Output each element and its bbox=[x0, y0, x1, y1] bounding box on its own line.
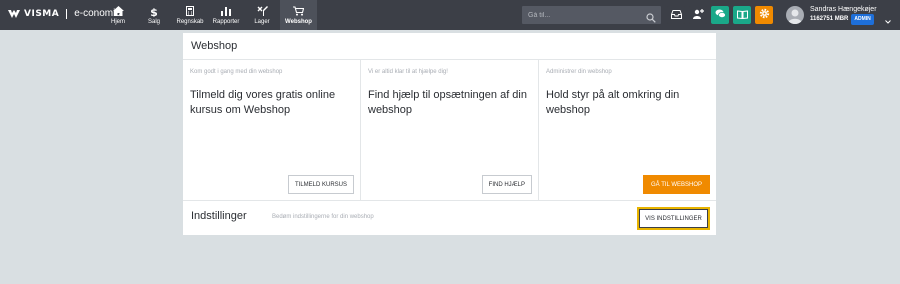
tile-intro: Vi er altid klar til at hjælpe dig! bbox=[368, 69, 448, 75]
user-menu[interactable]: Sandras Hængekøjer 1162751 MBR ADMIN bbox=[810, 5, 877, 25]
top-navigation-bar: VISMA e-conomic Hjem $ Salg Regnskab Rap… bbox=[0, 0, 900, 30]
nav-label: Hjem bbox=[110, 19, 125, 25]
add-user-icon bbox=[692, 6, 704, 24]
add-user-button[interactable] bbox=[689, 6, 707, 24]
inventory-icon bbox=[255, 5, 269, 17]
help-book-button[interactable] bbox=[733, 6, 751, 24]
admin-badge: ADMIN bbox=[851, 14, 874, 25]
user-account: 1162751 MBR ADMIN bbox=[810, 14, 877, 25]
inbox-button[interactable] bbox=[667, 6, 685, 24]
tile-heading: Hold styr på alt omkring din webshop bbox=[546, 89, 680, 116]
main-nav: Hjem $ Salg Regnskab Rapporter Lager Web… bbox=[100, 0, 317, 30]
nav-label: Regnskab bbox=[176, 19, 204, 25]
nav-item-salg[interactable]: $ Salg bbox=[136, 0, 172, 30]
tiles-row: Kom godt i gang med din webshop Tilmeld … bbox=[183, 60, 716, 200]
settings-button[interactable] bbox=[755, 6, 773, 24]
avatar[interactable] bbox=[786, 6, 804, 24]
tile-heading: Find hjælp til opsætningen af din websho… bbox=[368, 89, 527, 116]
bar-chart-icon bbox=[219, 5, 233, 17]
chat-button[interactable] bbox=[711, 6, 729, 24]
go-to-webshop-button[interactable]: GÅ TIL WEBSHOP bbox=[643, 175, 710, 194]
tile-intro: Administrer din webshop bbox=[546, 69, 612, 75]
visma-logo-icon bbox=[8, 9, 20, 18]
tile-heading: Tilmeld dig vores gratis online kursus o… bbox=[190, 89, 336, 116]
show-settings-button[interactable]: VIS INDSTILLINGER bbox=[637, 207, 710, 230]
tile-help: Vi er altid klar til at hjælpe dig! Find… bbox=[361, 60, 539, 200]
tile-intro: Kom godt i gang med din webshop bbox=[190, 69, 283, 75]
account-number: 1162751 MBR bbox=[810, 16, 849, 22]
webshop-card: Webshop Kom godt i gang med din webshop … bbox=[183, 33, 716, 235]
svg-text:$: $ bbox=[150, 6, 158, 17]
nav-label: Webshop bbox=[285, 19, 312, 25]
tile-admin: Administrer din webshop Hold styr på alt… bbox=[539, 60, 716, 200]
chat-icon bbox=[715, 6, 726, 24]
user-name: Sandras Hængekøjer bbox=[810, 6, 877, 13]
search-icon[interactable] bbox=[646, 10, 656, 28]
calculator-icon bbox=[183, 5, 197, 17]
search-input[interactable] bbox=[522, 6, 642, 24]
book-icon bbox=[736, 6, 748, 24]
nav-item-hjem[interactable]: Hjem bbox=[100, 0, 136, 30]
nav-label: Salg bbox=[147, 19, 160, 25]
tile-course: Kom godt i gang med din webshop Tilmeld … bbox=[183, 60, 361, 200]
brand-mark: VISMA bbox=[24, 8, 60, 19]
search-box bbox=[522, 6, 661, 24]
settings-title: Indstillinger bbox=[191, 210, 247, 222]
find-help-button[interactable]: FIND HJÆLP bbox=[481, 175, 532, 194]
brand-divider bbox=[66, 8, 68, 19]
dollar-icon: $ bbox=[147, 5, 161, 17]
inbox-icon bbox=[670, 6, 682, 24]
signup-course-button[interactable]: TILMELD KURSUS bbox=[287, 175, 354, 194]
nav-item-lager[interactable]: Lager bbox=[244, 0, 280, 30]
nav-item-regnskab[interactable]: Regnskab bbox=[172, 0, 208, 30]
chevron-down-icon[interactable] bbox=[885, 11, 891, 29]
nav-label: Lager bbox=[254, 19, 270, 25]
gear-icon bbox=[759, 6, 770, 24]
cart-icon bbox=[292, 5, 306, 17]
settings-description: Bedøm indstillingerne for din webshop bbox=[272, 214, 374, 220]
settings-row: Indstillinger Bedøm indstillingerne for … bbox=[183, 200, 716, 235]
page-title: Webshop bbox=[191, 40, 238, 52]
home-icon bbox=[111, 5, 125, 17]
nav-label: Rapporter bbox=[212, 19, 240, 25]
nav-item-webshop[interactable]: Webshop bbox=[280, 0, 317, 30]
nav-item-rapporter[interactable]: Rapporter bbox=[208, 0, 244, 30]
